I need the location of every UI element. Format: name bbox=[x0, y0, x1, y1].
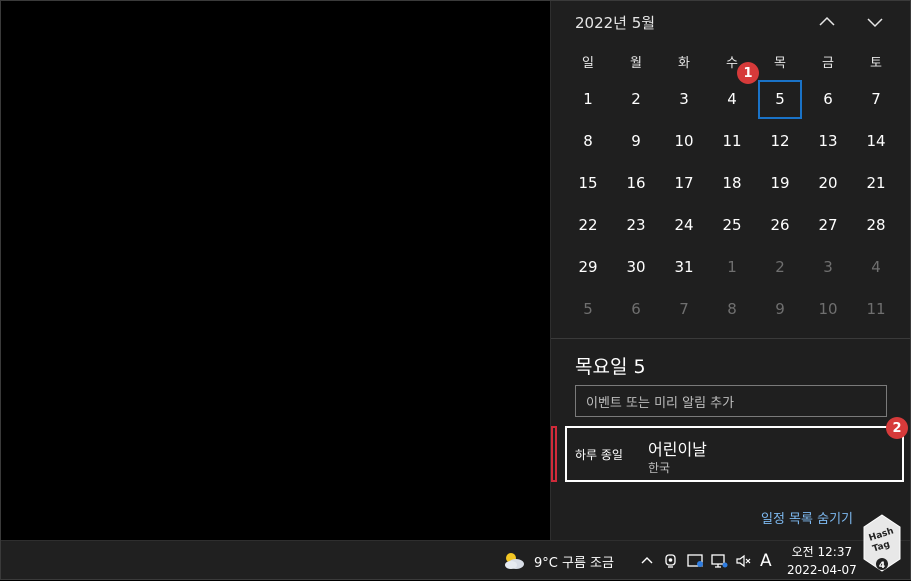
volume-muted-icon bbox=[736, 554, 751, 568]
weekday-label: 화 bbox=[678, 56, 690, 71]
day-cell[interactable]: 12 bbox=[756, 120, 804, 162]
clock-time: 오전 12:37 bbox=[791, 545, 853, 559]
day-cell[interactable]: 19 bbox=[756, 162, 804, 204]
day-cell[interactable]: 2 bbox=[756, 246, 804, 288]
security-tray-button[interactable] bbox=[687, 541, 705, 581]
day-cell[interactable]: 7 bbox=[660, 288, 708, 330]
hashtag-logo: Hash Tag 4 bbox=[862, 513, 902, 575]
day-cell[interactable]: 31 bbox=[660, 246, 708, 288]
weekday-label: 목 bbox=[774, 56, 786, 71]
divider bbox=[551, 338, 911, 339]
month-label[interactable]: 2022년 5월 bbox=[575, 12, 655, 33]
day-cell[interactable]: 17 bbox=[660, 162, 708, 204]
day-cell[interactable]: 22 bbox=[564, 204, 612, 246]
day-cell[interactable]: 1 bbox=[564, 78, 612, 120]
volume-button[interactable] bbox=[735, 541, 753, 581]
webcam-icon bbox=[665, 554, 676, 568]
previous-month-button[interactable] bbox=[812, 8, 842, 36]
meet-now-button[interactable] bbox=[664, 541, 678, 581]
day-cell[interactable]: 27 bbox=[804, 204, 852, 246]
day-cell[interactable]: 24 bbox=[660, 204, 708, 246]
day-cell[interactable]: 6 bbox=[612, 288, 660, 330]
hide-agenda-link[interactable]: 일정 목록 숨기기 bbox=[761, 508, 853, 527]
day-cell[interactable]: 25 bbox=[708, 204, 756, 246]
day-cell[interactable]: 8 bbox=[708, 288, 756, 330]
day-cell[interactable]: 10 bbox=[660, 120, 708, 162]
day-cell[interactable]: 11 bbox=[852, 288, 900, 330]
network-icon bbox=[711, 554, 728, 568]
selected-day-title: 목요일 5 bbox=[575, 356, 646, 378]
day-grid: 1 2 3 4 5 6 7 8 9 10 11 12 13 14 15 16 17 18 19 20 21 22 23 24 2… bbox=[564, 78, 900, 330]
day-cell[interactable]: 4 bbox=[852, 246, 900, 288]
day-cell[interactable]: 2 bbox=[612, 78, 660, 120]
show-hidden-icons-button[interactable] bbox=[640, 541, 654, 581]
chevron-up-icon bbox=[641, 557, 653, 564]
event-color-marker bbox=[551, 426, 557, 482]
event-name: 어린이날 bbox=[648, 440, 707, 459]
annotation-badge-1: 1 bbox=[737, 62, 759, 84]
day-cell[interactable]: 20 bbox=[804, 162, 852, 204]
day-cell[interactable]: 8 bbox=[564, 120, 612, 162]
day-cell[interactable]: 30 bbox=[612, 246, 660, 288]
taskbar: 9°C 구름 조금 A 오전 12:37 2022-04-07 bbox=[0, 540, 911, 580]
weekday-header: 일월화수목금토 bbox=[564, 52, 900, 71]
weather-text: 9°C 구름 조금 bbox=[534, 555, 614, 571]
day-cell[interactable]: 5 bbox=[756, 78, 804, 120]
partly-cloudy-icon bbox=[505, 553, 524, 569]
add-event-input[interactable]: 이벤트 또는 미리 알림 추가 bbox=[575, 385, 887, 417]
day-cell[interactable]: 3 bbox=[660, 78, 708, 120]
day-cell[interactable]: 5 bbox=[564, 288, 612, 330]
day-cell[interactable]: 28 bbox=[852, 204, 900, 246]
day-cell[interactable]: 16 bbox=[612, 162, 660, 204]
day-cell[interactable]: 6 bbox=[804, 78, 852, 120]
day-cell[interactable]: 21 bbox=[852, 162, 900, 204]
day-cell[interactable]: 15 bbox=[564, 162, 612, 204]
calendar-flyout: 2022년 5월 일월화수목금토 1 2 3 4 5 6 7 8 9 10 11 12 13 14 15 16… bbox=[550, 0, 911, 540]
annotation-badge-2: 2 bbox=[886, 417, 908, 439]
event-time: 하루 종일 bbox=[575, 448, 623, 462]
weekday-label: 일 bbox=[582, 56, 594, 71]
day-cell[interactable]: 3 bbox=[804, 246, 852, 288]
day-cell[interactable]: 29 bbox=[564, 246, 612, 288]
day-cell[interactable]: 9 bbox=[612, 120, 660, 162]
weekday-label: 월 bbox=[630, 56, 642, 71]
day-cell[interactable]: 9 bbox=[756, 288, 804, 330]
day-cell[interactable]: 1 bbox=[708, 246, 756, 288]
day-cell[interactable]: 18 bbox=[708, 162, 756, 204]
day-cell[interactable]: 26 bbox=[756, 204, 804, 246]
clock[interactable]: 오전 12:37 2022-04-07 bbox=[787, 543, 857, 579]
day-cell[interactable]: 4 bbox=[708, 78, 756, 120]
weekday-label: 금 bbox=[822, 56, 834, 71]
shield-monitor-icon bbox=[687, 554, 703, 567]
weather-widget[interactable]: 9°C 구름 조금 bbox=[502, 541, 614, 581]
clock-date: 2022-04-07 bbox=[787, 563, 857, 577]
day-cell[interactable]: 23 bbox=[612, 204, 660, 246]
day-cell[interactable]: 14 bbox=[852, 120, 900, 162]
chevron-up-icon bbox=[819, 16, 835, 26]
weekday-label: 토 bbox=[870, 56, 882, 71]
chevron-down-icon bbox=[867, 18, 883, 28]
next-month-button[interactable] bbox=[860, 8, 890, 36]
event-card[interactable]: 하루 종일 어린이날 한국 bbox=[565, 426, 904, 482]
day-cell[interactable]: 10 bbox=[804, 288, 852, 330]
logo-number: 4 bbox=[879, 561, 885, 571]
day-cell[interactable]: 13 bbox=[804, 120, 852, 162]
hashtag-logo-icon: Hash Tag 4 bbox=[863, 514, 901, 572]
day-cell[interactable]: 7 bbox=[852, 78, 900, 120]
input-indicator[interactable]: A bbox=[760, 541, 772, 581]
network-button[interactable] bbox=[711, 541, 729, 581]
day-cell[interactable]: 11 bbox=[708, 120, 756, 162]
event-location: 한국 bbox=[648, 461, 671, 475]
